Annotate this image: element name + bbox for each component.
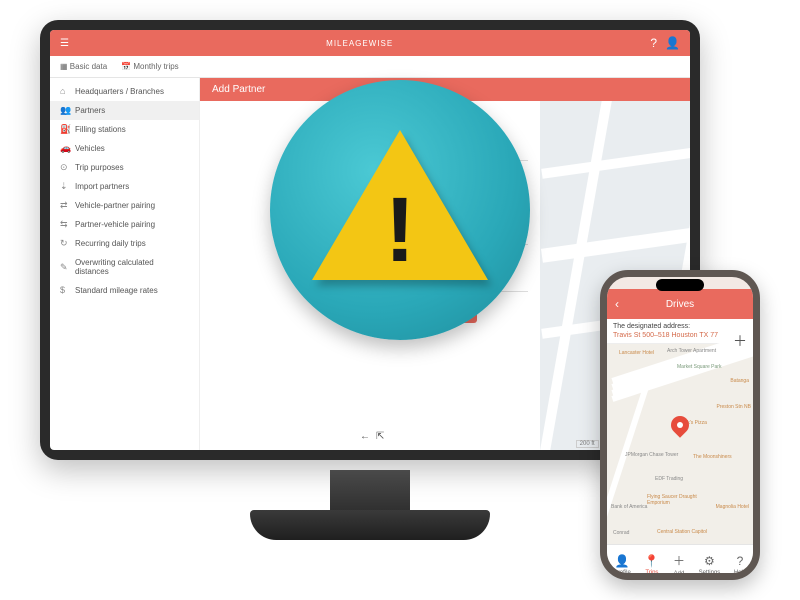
form-footer: ← ⇱ xyxy=(360,431,384,442)
edit-icon: ✎ xyxy=(60,263,69,272)
address-label: The designated address: xyxy=(613,323,747,330)
sidebar-item-import-partners[interactable]: ⇣Import partners xyxy=(50,177,199,196)
map-poi: Arch Tower Apartment xyxy=(667,348,716,354)
sidebar-item-overwriting-distances[interactable]: ✎Overwriting calculated distances xyxy=(50,253,199,281)
people-icon: 👥 xyxy=(60,106,69,115)
account-icon[interactable]: 👤 xyxy=(665,36,680,50)
map-poi: Preston Stn NB xyxy=(717,404,751,410)
address-value: Travis St 500–518 Houston TX 77 xyxy=(613,332,747,339)
mobile-phone: ‹ Drives ＋ The designated address: Travi… xyxy=(600,270,760,580)
map-poi: EDF Trading xyxy=(655,476,683,482)
car-icon: 🚗 xyxy=(60,144,69,153)
tab-help[interactable]: ?Help xyxy=(734,554,746,576)
target-icon: ⊙ xyxy=(60,163,69,172)
tab-add[interactable]: ＋Add xyxy=(673,552,685,577)
mobile-header: ‹ Drives xyxy=(607,289,753,319)
sidebar: ⌂Headquarters / Branches 👥Partners ⛽Fill… xyxy=(50,78,200,450)
mobile-title: Drives xyxy=(666,299,694,310)
tab-settings[interactable]: ⚙Settings xyxy=(699,554,721,576)
map-poi: Magnolia Hotel xyxy=(716,504,749,510)
sidebar-item-trip-purposes[interactable]: ⊙Trip purposes xyxy=(50,158,199,177)
tab-profile[interactable]: 👤Profile xyxy=(614,554,631,576)
tab-monthly-trips[interactable]: 📅 Monthly trips xyxy=(121,62,179,71)
add-icon[interactable]: ＋ xyxy=(733,331,747,351)
map-poi: The Moonshiners xyxy=(693,454,753,460)
sidebar-item-partner-vehicle-pairing[interactable]: ⇆Partner-vehicle pairing xyxy=(50,215,199,234)
home-icon: ⌂ xyxy=(60,87,69,96)
sidebar-item-headquarters[interactable]: ⌂Headquarters / Branches xyxy=(50,82,199,101)
sidebar-item-filling-stations[interactable]: ⛽Filling stations xyxy=(50,120,199,139)
map-poi: Lancaster Hotel xyxy=(619,350,654,356)
plus-icon: ＋ xyxy=(673,552,685,569)
sidebar-item-mileage-rates[interactable]: $Standard mileage rates xyxy=(50,281,199,300)
top-tabs: ▦ Basic data 📅 Monthly trips xyxy=(50,56,690,78)
profile-icon: 👤 xyxy=(615,554,630,568)
mobile-map-pin-icon xyxy=(671,416,689,434)
pair-icon: ⇄ xyxy=(60,201,69,210)
repeat-icon: ↻ xyxy=(60,239,69,248)
monitor-base xyxy=(250,510,490,540)
menu-icon[interactable]: ☰ xyxy=(60,38,69,49)
map-poi: Batanga xyxy=(730,378,749,384)
sidebar-item-vehicle-partner-pairing[interactable]: ⇄Vehicle-partner pairing xyxy=(50,196,199,215)
pair-icon: ⇆ xyxy=(60,220,69,229)
help-icon[interactable]: ? xyxy=(650,36,657,50)
sidebar-item-vehicles[interactable]: 🚗Vehicles xyxy=(50,139,199,158)
fuel-icon: ⛽ xyxy=(60,125,69,134)
gear-icon: ⚙ xyxy=(704,554,715,568)
pin-icon: 📍 xyxy=(644,554,659,568)
map-poi: Central Station Capitol xyxy=(657,529,707,535)
map-poi: JPMorgan Chase Tower xyxy=(625,452,678,458)
exit-icon[interactable]: ⇱ xyxy=(376,431,384,442)
warning-overlay: ! xyxy=(270,80,530,340)
help-icon: ? xyxy=(737,554,744,568)
brand-logo: MILEAGEWISE xyxy=(326,39,393,48)
map-poi: Bank of America xyxy=(611,504,647,510)
mobile-map[interactable]: Lancaster Hotel Market Square Park Batan… xyxy=(607,344,753,544)
exclamation-icon: ! xyxy=(270,178,530,283)
back-arrow-icon[interactable]: ← xyxy=(360,431,370,442)
back-icon[interactable]: ‹ xyxy=(615,297,619,311)
dollar-icon: $ xyxy=(60,286,69,295)
sidebar-item-partners[interactable]: 👥Partners xyxy=(50,101,199,120)
tab-basic-data[interactable]: ▦ Basic data xyxy=(60,62,107,71)
sidebar-item-recurring-trips[interactable]: ↻Recurring daily trips xyxy=(50,234,199,253)
tab-trips[interactable]: 📍Trips xyxy=(644,554,659,576)
app-header: ☰ MILEAGEWISE ? 👤 xyxy=(50,30,690,56)
map-poi: Flying Saucer Draught Emporium xyxy=(647,494,707,506)
map-poi: Conrad xyxy=(613,530,629,536)
phone-notch xyxy=(656,279,704,291)
map-poi: Market Square Park xyxy=(677,364,721,370)
download-icon: ⇣ xyxy=(60,182,69,191)
mobile-tabbar: 👤Profile 📍Trips ＋Add ⚙Settings ?Help xyxy=(607,544,753,580)
